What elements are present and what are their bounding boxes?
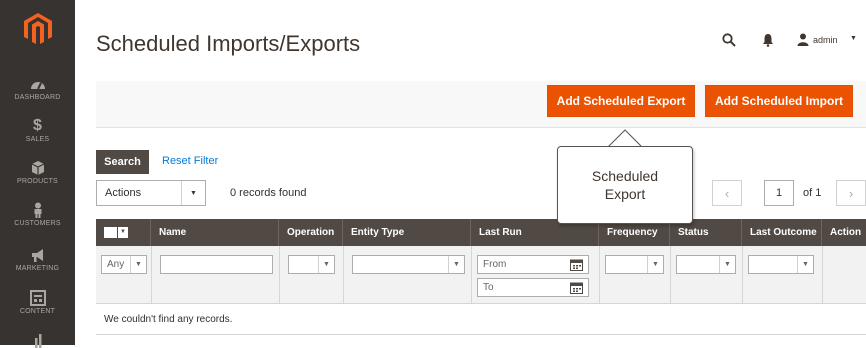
column-header-name[interactable]: Name (151, 219, 279, 246)
sidebar-item-dashboard[interactable]: DASHBOARD (0, 76, 75, 101)
page-total: of 1 (803, 187, 822, 199)
cube-icon (31, 161, 44, 175)
select-all-header[interactable]: ▼ (96, 219, 151, 246)
sidebar-item-label: CONTENT (19, 308, 56, 315)
column-divider (151, 246, 152, 304)
name-filter-input[interactable] (160, 255, 273, 274)
add-scheduled-import-button[interactable]: Add Scheduled Import (705, 85, 853, 117)
select-filter-value: Any (107, 259, 125, 270)
column-header-entity-type[interactable]: Entity Type (343, 219, 471, 246)
calendar-icon[interactable] (570, 259, 583, 271)
mass-actions-value: Actions (105, 187, 142, 199)
reset-filter-link[interactable]: Reset Filter (162, 155, 218, 167)
chevron-down-icon[interactable]: ▼ (118, 227, 128, 238)
chevron-down-icon: ▼ (318, 256, 334, 273)
chevron-down-icon[interactable]: ▼ (850, 35, 857, 42)
empty-grid-message: We couldn't find any records. (96, 305, 866, 335)
megaphone-icon (31, 249, 43, 262)
user-menu-label[interactable]: admin (813, 35, 838, 45)
select-filter[interactable]: Any ▼ (101, 255, 147, 274)
sidebar-item-marketing[interactable]: MARKETING (0, 247, 75, 272)
layout-icon (29, 290, 46, 306)
last-outcome-filter-select[interactable]: ▼ (748, 255, 814, 274)
callout-line-1: Scheduled (591, 168, 659, 184)
sidebar-item-label: CUSTOMERS (14, 220, 61, 227)
column-header-operation[interactable]: Operation (279, 219, 343, 246)
chevron-down-icon: ▼ (181, 181, 205, 205)
column-divider (599, 246, 600, 304)
column-divider (822, 246, 823, 304)
person-icon (34, 202, 41, 218)
chevron-down-icon: ▼ (719, 256, 735, 273)
admin-sidebar: DASHBOARD $ SALES PRODUCTS CUSTOMERS MAR… (0, 0, 75, 348)
chevron-down-icon: ▼ (130, 256, 146, 273)
dollar-icon: $ (33, 117, 42, 134)
operation-filter-select[interactable]: ▼ (288, 255, 335, 274)
sidebar-item-customers[interactable]: CUSTOMERS (0, 202, 75, 227)
column-header-action[interactable]: Action (822, 219, 866, 246)
frequency-filter-select[interactable]: ▼ (605, 255, 664, 274)
column-divider (343, 246, 344, 304)
mass-actions-select[interactable]: Actions ▼ (96, 180, 206, 206)
sidebar-item-label: SALES (25, 136, 50, 143)
search-button[interactable]: Search (96, 150, 149, 174)
magento-logo-icon[interactable] (22, 12, 54, 46)
callout-tooltip: Scheduled Export (557, 146, 693, 224)
sidebar-item-label: PRODUCTS (17, 178, 58, 185)
column-header-last-outcome[interactable]: Last Outcome (742, 219, 822, 246)
entity-type-filter-select[interactable]: ▼ (352, 255, 465, 274)
chevron-down-icon: ▼ (647, 256, 663, 273)
page-title: Scheduled Imports/Exports (96, 31, 361, 56)
column-divider (670, 246, 671, 304)
dashboard-icon (30, 82, 45, 90)
checkbox-icon[interactable] (104, 227, 117, 238)
sidebar-item-content[interactable]: CONTENT (0, 290, 75, 315)
previous-page-button[interactable]: ‹ (712, 180, 742, 206)
page-number-input[interactable]: 1 (764, 180, 794, 206)
chevron-down-icon: ▼ (448, 256, 464, 273)
chevron-down-icon: ▼ (797, 256, 813, 273)
last-run-to-input[interactable]: To (477, 278, 589, 297)
search-icon[interactable] (722, 33, 736, 47)
last-run-from-input[interactable]: From (477, 255, 589, 274)
user-icon[interactable] (797, 33, 809, 47)
bar-chart-icon (34, 334, 41, 348)
from-placeholder: From (483, 259, 507, 270)
sidebar-item-products[interactable]: PRODUCTS (0, 160, 75, 185)
column-divider (742, 246, 743, 304)
to-placeholder: To (483, 282, 494, 293)
bell-icon[interactable] (762, 33, 774, 47)
next-page-button[interactable]: › (836, 180, 866, 206)
status-filter-select[interactable]: ▼ (676, 255, 736, 274)
callout-line-2: Export (604, 186, 646, 202)
calendar-icon[interactable] (570, 282, 583, 294)
records-count: 0 records found (230, 187, 307, 199)
grid-header-row: ▼ Name Operation Entity Type Last Run Fr… (96, 219, 866, 246)
sidebar-item-label: MARKETING (15, 265, 60, 272)
sidebar-item-label: DASHBOARD (14, 94, 61, 101)
sidebar-item-reports[interactable] (0, 332, 75, 348)
column-divider (279, 246, 280, 304)
sidebar-item-sales[interactable]: $ SALES (0, 117, 75, 144)
add-scheduled-export-button[interactable]: Add Scheduled Export (547, 85, 695, 117)
column-divider (471, 246, 472, 304)
